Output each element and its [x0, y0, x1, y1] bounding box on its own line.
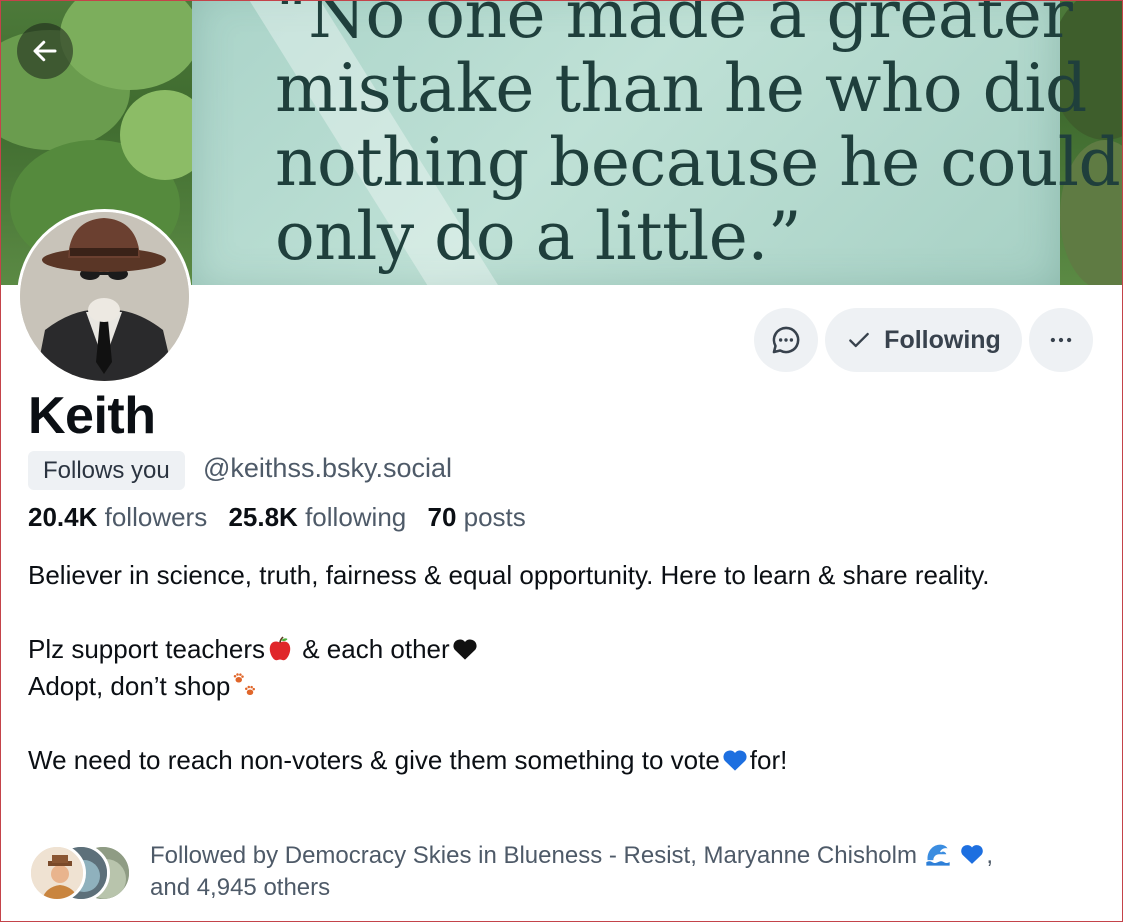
follows-you-badge: Follows you — [28, 451, 185, 490]
followed-by-line: Followed by Democracy Skies in Blueness … — [150, 842, 917, 869]
wave-emoji-icon — [925, 844, 950, 866]
following-link[interactable]: 25.8K following — [228, 502, 406, 532]
followers-link[interactable]: 20.4K followers — [28, 502, 207, 532]
followers-count: 20.4K — [28, 502, 98, 532]
arrow-left-icon — [33, 40, 57, 62]
apple-emoji-icon — [269, 636, 291, 661]
profile-stats: 20.4K followers 25.8K following 70 posts — [28, 502, 526, 533]
message-button[interactable] — [754, 308, 818, 372]
blue-heart-icon — [961, 845, 984, 864]
bio-text: Adopt, don’t shop — [28, 671, 231, 701]
avatar-image — [20, 212, 189, 381]
bio-text: Plz support teachers — [28, 634, 266, 664]
posts-stat: 70 posts — [427, 502, 525, 532]
avatar[interactable] — [17, 209, 192, 384]
back-button[interactable] — [17, 23, 73, 79]
profile-bio: Believer in science, truth, fairness & e… — [28, 557, 1088, 779]
followed-by-comma: , — [986, 842, 993, 869]
bio-text: We need to reach non-voters & give them … — [28, 745, 720, 775]
posts-count: 70 — [427, 502, 457, 532]
following-count: 25.8K — [228, 502, 298, 532]
posts-label: posts — [463, 502, 526, 532]
checkmark-icon — [849, 332, 870, 348]
chat-bubble-icon — [772, 326, 800, 354]
bio-line: We need to reach non-voters & give them … — [28, 742, 1088, 779]
bio-line: Believer in science, truth, fairness & e… — [28, 560, 990, 590]
quote-line: “No one made a greater — [275, 0, 1073, 53]
bio-line: Plz support teachers & each other — [28, 631, 1088, 668]
following-label: following — [305, 502, 407, 532]
banner-quote: “No one made a greater mistake than he w… — [275, 0, 1121, 275]
followers-label: followers — [104, 502, 208, 532]
bio-text: for! — [749, 745, 788, 775]
bio-line: Adopt, don’t shop — [28, 668, 1088, 705]
following-button-label: Following — [884, 325, 1001, 354]
blue-heart-icon — [723, 750, 747, 771]
ellipsis-icon — [1050, 337, 1072, 343]
followed-by-text: Followed by Democracy Skies in Blueness … — [150, 840, 1100, 904]
quote-line: nothing because he could — [275, 124, 1121, 201]
paw-prints-icon — [234, 673, 256, 695]
more-options-button[interactable] — [1029, 308, 1093, 372]
follower-avatar — [28, 844, 86, 902]
quote-line: mistake than he who did — [275, 50, 1087, 127]
following-button[interactable]: Following — [825, 308, 1022, 372]
black-heart-icon — [453, 639, 477, 660]
bio-text: & each other — [295, 634, 450, 664]
followed-by-line: and 4,945 others — [150, 874, 331, 901]
profile-handle: @keithss.bsky.social — [203, 453, 452, 483]
quote-line: only do a little.” — [275, 198, 802, 275]
display-name: Keith — [28, 387, 156, 445]
